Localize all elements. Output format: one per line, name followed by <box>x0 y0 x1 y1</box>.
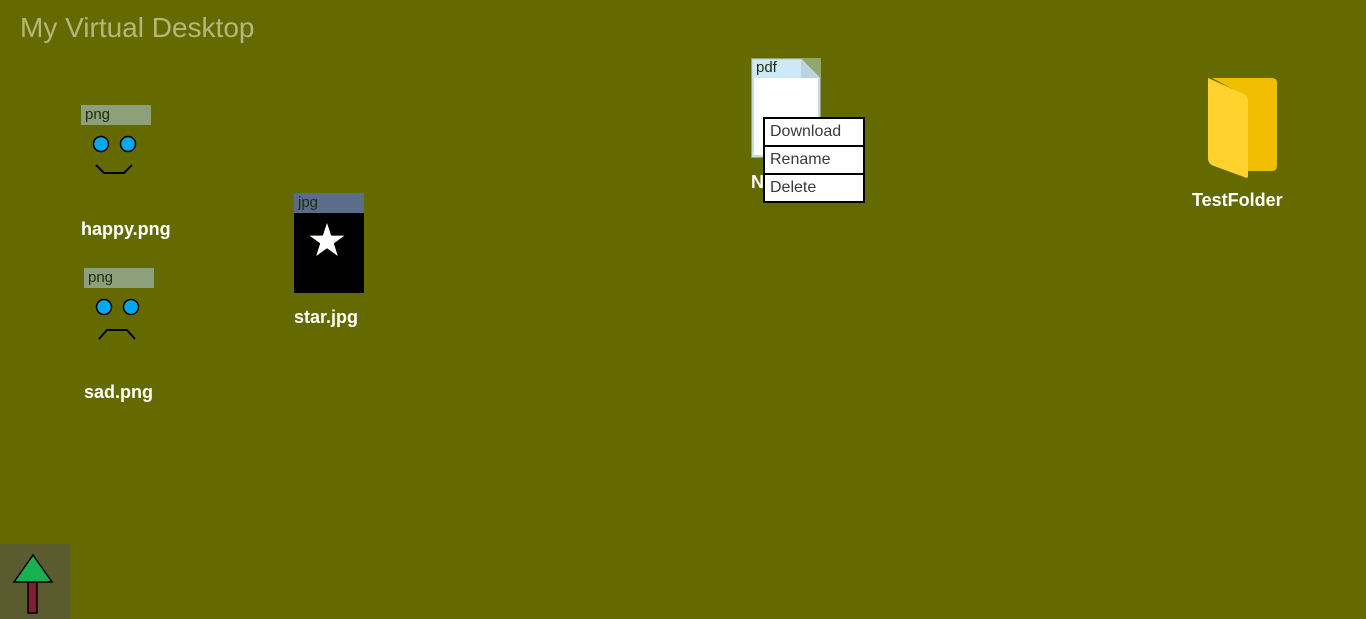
context-menu: Download Rename Delete <box>763 117 865 203</box>
up-arrow-tree-icon <box>12 553 54 614</box>
star-graphic <box>309 223 345 256</box>
happy-face-icon: png <box>81 105 151 185</box>
folder-icon-testfolder[interactable]: TestFolder <box>1192 76 1292 216</box>
happy-face-graphic <box>92 135 137 174</box>
file-name-label: star.jpg <box>294 307 359 327</box>
desktop: My Virtual Desktop png happy.png png sad… <box>0 0 1366 619</box>
file-icon-star-jpg[interactable]: jpg star.jpg <box>294 193 384 333</box>
star-icon: jpg <box>294 193 364 293</box>
folder-name-label: TestFolder <box>1192 190 1283 210</box>
file-extension-tab: pdf <box>756 59 777 76</box>
menu-item-download[interactable]: Download <box>763 117 865 147</box>
desktop-title: My Virtual Desktop <box>20 12 255 43</box>
file-icon-happy-png[interactable]: png happy.png <box>81 105 171 245</box>
folder-icon <box>1208 78 1277 178</box>
file-icon-sad-png[interactable]: png sad.png <box>84 268 174 408</box>
file-name-label: happy.png <box>81 219 171 239</box>
sad-face-icon: png <box>84 268 154 348</box>
menu-item-delete[interactable]: Delete <box>763 173 865 203</box>
up-button[interactable] <box>0 544 70 619</box>
menu-item-rename[interactable]: Rename <box>763 145 865 175</box>
file-name-label: sad.png <box>84 382 154 402</box>
sad-face-graphic <box>95 298 140 340</box>
